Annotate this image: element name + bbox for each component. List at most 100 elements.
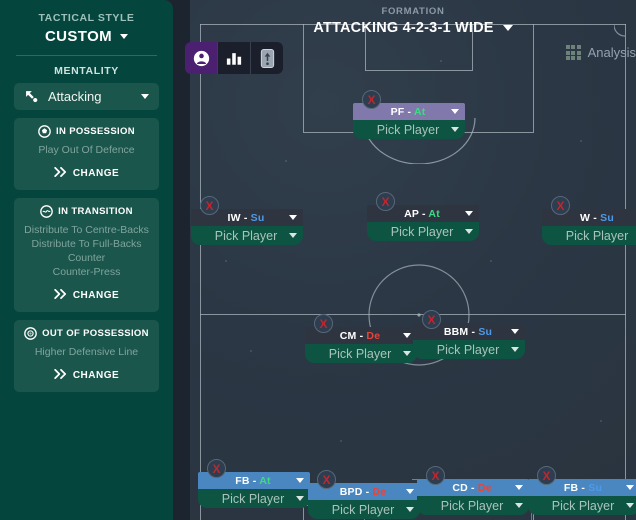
penalty-box-top-left bbox=[303, 24, 304, 132]
chevron-down-icon bbox=[289, 233, 297, 238]
pick-player-label: Pick Player bbox=[331, 502, 395, 517]
mentality-selector[interactable]: Attacking bbox=[14, 83, 159, 110]
change-button[interactable]: CHANGE bbox=[20, 164, 153, 182]
pick-player-selector[interactable]: Pick Player bbox=[308, 500, 420, 519]
chevron-down-icon bbox=[502, 25, 513, 31]
double-chevron-icon bbox=[54, 366, 68, 384]
player-slot-bbm[interactable]: X BBM - Su Pick Player bbox=[413, 310, 525, 359]
chevron-down-icon bbox=[289, 215, 297, 220]
remove-player-icon[interactable]: X bbox=[362, 90, 381, 109]
remove-player-icon[interactable]: X bbox=[426, 466, 445, 485]
pick-player-selector[interactable]: Pick Player bbox=[367, 222, 479, 241]
remove-player-icon[interactable]: X bbox=[376, 192, 395, 211]
remove-player-icon[interactable]: X bbox=[551, 196, 570, 215]
person-icon bbox=[193, 50, 209, 66]
chevron-down-icon bbox=[296, 496, 304, 501]
movement-view-toggle[interactable] bbox=[251, 42, 283, 74]
remove-player-icon[interactable]: X bbox=[200, 196, 219, 215]
analysis-button[interactable]: Analysis bbox=[565, 45, 636, 60]
player-slot-cm[interactable]: X CM - De Pick Player bbox=[305, 314, 417, 363]
pick-player-label: Pick Player bbox=[551, 498, 615, 513]
phase-instruction: Distribute To Centre-Backs bbox=[24, 224, 149, 236]
football-circle-icon bbox=[38, 125, 51, 138]
target-circle-icon bbox=[24, 327, 37, 340]
pick-player-selector[interactable]: Pick Player bbox=[413, 340, 525, 359]
double-chevron-icon bbox=[54, 286, 68, 304]
bar-chart-icon bbox=[226, 52, 242, 65]
pick-player-selector[interactable]: Pick Player bbox=[353, 120, 465, 139]
pitch-speckle bbox=[250, 350, 252, 352]
tactical-style-label: TACTICAL STYLE bbox=[38, 12, 135, 24]
player-slot-bpd[interactable]: X BPD - De Pick Player bbox=[308, 470, 420, 519]
phase-instruction: Higher Defensive Line bbox=[34, 346, 139, 358]
pitch-speckle bbox=[600, 420, 602, 422]
player-slot-w[interactable]: XW - Su Pick Player bbox=[542, 196, 636, 245]
phase-title: IN POSSESSION bbox=[56, 126, 135, 137]
player-slot-ap[interactable]: X AP - At Pick Player bbox=[367, 192, 479, 241]
tactics-sidebar: TACTICAL STYLE CUSTOM MENTALITY Attackin… bbox=[0, 0, 173, 520]
player-slot-fb-l[interactable]: X FB - At Pick Player bbox=[198, 459, 310, 508]
duty-code: De bbox=[477, 481, 492, 494]
mentality-label: MENTALITY bbox=[54, 65, 119, 77]
phase-card-header: IN TRANSITION bbox=[20, 205, 153, 218]
chevron-down-icon bbox=[626, 503, 634, 508]
pick-player-label: Pick Player bbox=[214, 228, 278, 243]
view-toggle-group[interactable] bbox=[185, 42, 283, 74]
pitch-speckle bbox=[225, 260, 227, 262]
transition-circle-icon bbox=[40, 205, 53, 218]
pick-player-selector[interactable]: Pick Player bbox=[305, 344, 417, 363]
sidebar-divider bbox=[16, 55, 157, 56]
duty-code: De bbox=[372, 485, 387, 498]
change-button[interactable]: CHANGE bbox=[20, 366, 153, 384]
tactical-style-value: CUSTOM bbox=[44, 28, 113, 45]
pitch-speckle bbox=[340, 440, 342, 442]
player-view-toggle[interactable] bbox=[185, 42, 217, 74]
pick-player-selector[interactable]: Pick Player bbox=[417, 496, 529, 515]
duty-code: Su bbox=[600, 211, 614, 224]
phase-title: IN TRANSITION bbox=[58, 206, 133, 217]
chevron-down-icon bbox=[451, 127, 459, 132]
duty-code: Su bbox=[478, 325, 493, 338]
duty-code: At bbox=[259, 474, 271, 487]
pick-player-selector[interactable]: Pick Player bbox=[191, 226, 303, 245]
player-slot-fb-r[interactable]: X FB - Su Pick Player bbox=[528, 466, 636, 515]
chevron-down-icon bbox=[406, 489, 414, 494]
chevron-down-icon bbox=[465, 229, 473, 234]
analysis-label: Analysis bbox=[587, 45, 636, 60]
chevron-down-icon bbox=[515, 503, 523, 508]
remove-player-icon[interactable]: X bbox=[314, 314, 333, 333]
formation-selector[interactable]: ATTACKING 4-2-3-1 WIDE bbox=[190, 20, 636, 36]
pitch-area[interactable] bbox=[190, 0, 636, 520]
change-button[interactable]: CHANGE bbox=[20, 286, 153, 304]
chevron-down-icon bbox=[511, 329, 519, 334]
remove-player-icon[interactable]: X bbox=[537, 466, 556, 485]
pick-player-label: Pick Player bbox=[440, 498, 504, 513]
chevron-down-icon bbox=[515, 485, 523, 490]
pitch-background bbox=[190, 0, 636, 520]
pick-player-selector[interactable]: Pick Player bbox=[542, 226, 636, 245]
player-slot-cd[interactable]: X CD - De Pick Player bbox=[417, 466, 529, 515]
pick-player-selector[interactable]: Pick Player bbox=[198, 489, 310, 508]
tactical-style-selector[interactable]: CUSTOM bbox=[0, 28, 173, 45]
penalty-box-top-right bbox=[533, 24, 534, 132]
stats-view-toggle[interactable] bbox=[218, 42, 250, 74]
remove-player-icon[interactable]: X bbox=[422, 310, 441, 329]
remove-player-icon[interactable]: X bbox=[207, 459, 226, 478]
pick-player-label: Pick Player bbox=[221, 491, 285, 506]
chevron-down-icon bbox=[403, 333, 411, 338]
tactics-screen: X PF - At Pick Player X IW - Su Pick Player X A… bbox=[0, 0, 636, 520]
pick-player-label: Pick Player bbox=[328, 346, 392, 361]
role-code: W bbox=[580, 211, 591, 224]
player-slot-iw[interactable]: X IW - Su Pick Player bbox=[191, 196, 303, 245]
phase-card-header: OUT OF POSSESSION bbox=[20, 327, 153, 340]
role-code: IW bbox=[227, 211, 241, 224]
pick-player-label: Pick Player bbox=[436, 342, 500, 357]
phase-card-in-possession: IN POSSESSION Play Out Of Defence CHANGE bbox=[14, 118, 159, 190]
six-yard-box-bottom bbox=[365, 70, 473, 71]
player-slot-pf[interactable]: X PF - At Pick Player bbox=[353, 90, 465, 139]
role-code: CM bbox=[339, 329, 357, 342]
duty-code: At bbox=[413, 105, 426, 118]
remove-player-icon[interactable]: X bbox=[317, 470, 336, 489]
role-code: AP bbox=[404, 207, 419, 220]
pick-player-selector[interactable]: Pick Player bbox=[528, 496, 636, 515]
